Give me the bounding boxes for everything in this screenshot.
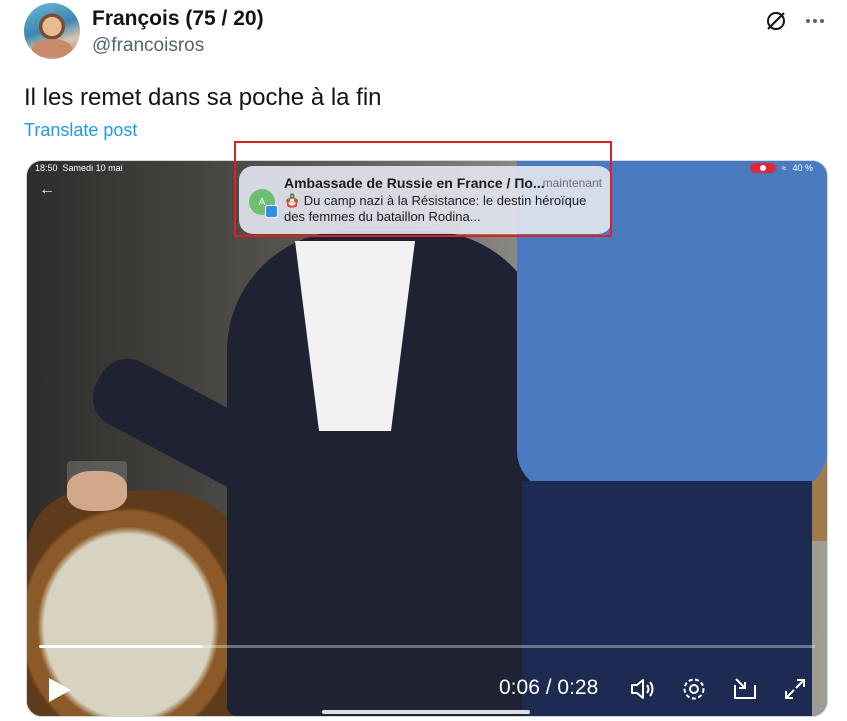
video-player[interactable]: 18:50 Samedi 10 mai ≈ 40 % ← A Ambassade… xyxy=(26,160,828,717)
annotation-highlight-box xyxy=(234,141,612,237)
author-avatar[interactable] xyxy=(24,3,80,59)
more-icon[interactable] xyxy=(802,8,828,34)
wifi-icon: ≈ xyxy=(781,163,787,173)
author-handle[interactable]: @francoisros xyxy=(92,35,204,57)
back-arrow-icon: ← xyxy=(39,181,55,198)
fullscreen-icon[interactable] xyxy=(780,674,810,704)
time-separator: / xyxy=(545,676,552,699)
author-name[interactable]: François (75 / 20) xyxy=(92,7,264,31)
scroll-indicator xyxy=(322,710,530,714)
video-frame xyxy=(27,161,827,716)
seek-bar-fill xyxy=(39,645,202,648)
post-text: Il les remet dans sa poche à la fin xyxy=(24,84,382,111)
play-icon[interactable] xyxy=(47,676,73,704)
time-display: 0:06 / 0:28 xyxy=(499,676,598,700)
dock-icon[interactable] xyxy=(730,674,760,704)
duration: 0:28 xyxy=(557,676,599,699)
status-bar-right: ≈ 40 % xyxy=(749,163,813,173)
grok-icon[interactable] xyxy=(763,8,789,34)
status-time: 18:50 xyxy=(35,163,58,173)
settings-icon[interactable] xyxy=(679,674,709,704)
volume-icon[interactable] xyxy=(628,674,658,704)
status-bar-left: 18:50 Samedi 10 mai xyxy=(35,163,123,173)
recording-indicator-icon xyxy=(749,163,776,173)
status-date: Samedi 10 mai xyxy=(62,163,123,173)
seek-bar[interactable] xyxy=(39,645,815,648)
battery-level: 40 % xyxy=(792,163,813,173)
current-time: 0:06 xyxy=(499,676,540,699)
translate-link[interactable]: Translate post xyxy=(24,120,137,141)
